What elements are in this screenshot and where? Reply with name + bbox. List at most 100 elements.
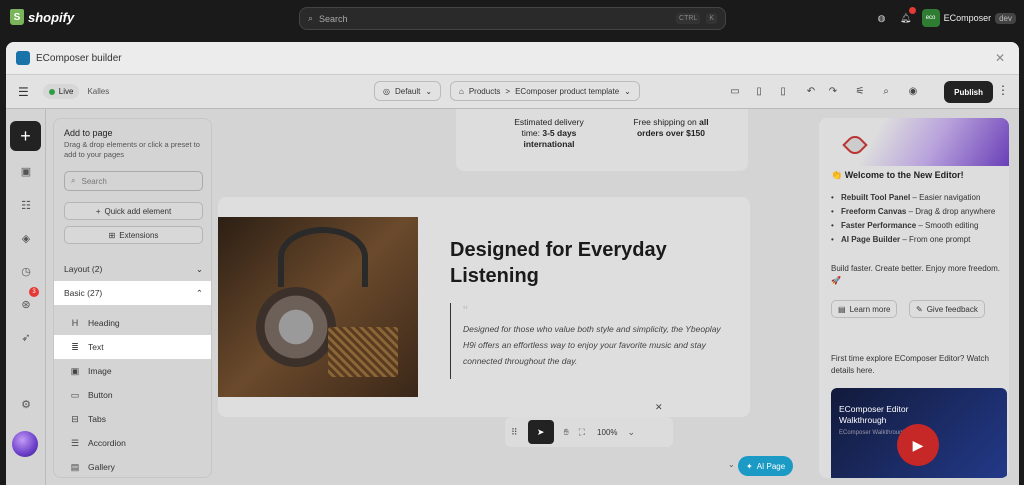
element-heading[interactable]: H Heading bbox=[54, 311, 211, 335]
feature-desc: – Smooth editing bbox=[916, 221, 979, 230]
shopify-logo[interactable]: S shopify bbox=[10, 9, 74, 25]
section-label: Basic (27) bbox=[64, 288, 103, 298]
global-search-input[interactable]: ⌕ Search CTRL K bbox=[299, 7, 726, 30]
preview-eye-icon[interactable]: ◉ bbox=[905, 83, 921, 99]
undo-icon[interactable]: ↶ bbox=[803, 83, 819, 99]
account-menu[interactable]: eco EComposer dev bbox=[921, 9, 1016, 27]
builder-toolbar: ☰ Live Kalles ◎ Default ⌄ ⌂ Products > E… bbox=[6, 75, 1019, 109]
gallery-icon: ▤ bbox=[70, 461, 80, 472]
template-select[interactable]: ⌂ Products > EComposer product template … bbox=[450, 81, 640, 101]
chevron-down-icon[interactable]: ⌄ bbox=[628, 427, 636, 438]
ai-page-button[interactable]: ✦ AI Page bbox=[738, 456, 794, 476]
mobile-view-icon[interactable]: ▯ bbox=[775, 83, 791, 99]
element-label: Gallery bbox=[88, 462, 115, 472]
chevron-down-icon: ⌄ bbox=[425, 86, 433, 96]
section-heading[interactable]: Designed for Everyday Listening bbox=[450, 237, 730, 289]
tablet-view-icon[interactable]: ▯ bbox=[751, 83, 767, 99]
chevron-down-icon[interactable]: ⌄ bbox=[728, 460, 735, 469]
quick-add-label: Quick add element bbox=[104, 206, 172, 216]
select-tool-icon[interactable]: ➤ bbox=[527, 420, 554, 444]
sidekick-icon[interactable]: ◍ bbox=[874, 10, 890, 26]
element-label: Button bbox=[88, 390, 113, 400]
rocket-icon[interactable]: ➶ bbox=[18, 329, 34, 345]
product-section[interactable]: Designed for Everyday Listening “ Design… bbox=[218, 197, 750, 417]
feature-name: Faster Performance bbox=[841, 221, 917, 230]
redo-icon[interactable]: ↷ bbox=[825, 83, 841, 99]
play-icon[interactable]: ▶ bbox=[897, 424, 939, 466]
settings-sliders-icon[interactable]: ⚟ bbox=[852, 83, 868, 99]
element-accordion[interactable]: ☰ Accordion bbox=[54, 431, 211, 455]
shipping-info-card[interactable]: Estimated delivery time: 3-5 days intern… bbox=[456, 109, 748, 171]
store-name: Kalles bbox=[87, 87, 110, 96]
tagline: Build faster. Create better. Enjoy more … bbox=[831, 264, 1000, 285]
close-toolbar-icon[interactable]: ✕ bbox=[655, 402, 663, 413]
ecomposer-logo-icon bbox=[16, 51, 30, 65]
add-element-button[interactable]: + bbox=[10, 121, 41, 151]
zoom-level[interactable]: 100% bbox=[597, 428, 617, 437]
sections-icon[interactable]: ▣ bbox=[18, 163, 34, 179]
quote-block[interactable]: “ Designed for those who value both styl… bbox=[450, 303, 730, 379]
section-layout[interactable]: Layout (2) ⌄ bbox=[54, 257, 211, 281]
headband-shape bbox=[278, 227, 368, 287]
search-icon: ⌕ bbox=[71, 176, 76, 185]
give-feedback-button[interactable]: ✎ Give feedback bbox=[909, 300, 985, 318]
learn-more-button[interactable]: ▤ Learn more bbox=[831, 300, 898, 318]
element-image[interactable]: ▣ Image bbox=[54, 359, 211, 383]
delivery-line1: Estimated delivery bbox=[514, 117, 584, 127]
give-feedback-label: Give feedback bbox=[926, 304, 978, 314]
review-icon[interactable]: ⊛ bbox=[18, 296, 34, 312]
search-placeholder: Search bbox=[319, 13, 348, 24]
video-title: EComposer Editor Walkthrough bbox=[839, 404, 909, 425]
layers-icon[interactable]: ☷ bbox=[18, 197, 34, 213]
stack-icon[interactable]: ◈ bbox=[18, 230, 34, 246]
more-options-icon[interactable]: ⋮ bbox=[997, 83, 1009, 97]
gear-icon[interactable]: ⚙ bbox=[18, 396, 34, 412]
list-item: Faster Performance – Smooth editing bbox=[831, 220, 1003, 232]
list-item: AI Page Builder – From one prompt bbox=[831, 234, 1003, 246]
chevron-up-icon: ⌃ bbox=[195, 287, 203, 298]
panel-title: Add to page bbox=[64, 128, 113, 138]
element-button[interactable]: ▭ Button bbox=[54, 383, 211, 407]
extensions-button[interactable]: ⊞ Extensions bbox=[64, 226, 203, 244]
history-icon[interactable]: ◷ bbox=[18, 263, 34, 279]
close-icon[interactable]: ✕ bbox=[995, 51, 1005, 65]
chevron-down-icon: ⌄ bbox=[195, 263, 203, 274]
accordion-icon: ☰ bbox=[70, 437, 80, 448]
element-gallery[interactable]: ▤ Gallery bbox=[54, 455, 211, 477]
drag-handle-icon[interactable]: ⠿ bbox=[511, 427, 518, 438]
hand-tool-icon[interactable]: ✋︎ bbox=[564, 427, 569, 438]
shortcut-ctrl: CTRL bbox=[676, 13, 701, 24]
device-preset-select[interactable]: ◎ Default ⌄ bbox=[374, 81, 442, 101]
heading-icon: H bbox=[71, 318, 79, 328]
image-icon: ▣ bbox=[70, 365, 80, 376]
element-tabs[interactable]: ⊟ Tabs bbox=[54, 407, 211, 431]
fit-screen-icon[interactable]: ⛶ bbox=[579, 427, 585, 438]
globe-icon: ◎ bbox=[383, 86, 390, 96]
delivery-info: Estimated delivery time: 3-5 days intern… bbox=[494, 117, 604, 150]
learn-more-label: Learn more bbox=[849, 304, 891, 314]
feature-desc: – Easier navigation bbox=[910, 193, 981, 202]
publish-button[interactable]: Publish bbox=[944, 81, 993, 103]
quick-add-button[interactable]: + Quick add element bbox=[64, 202, 203, 220]
welcome-panel: 👏 Welcome to the New Editor! Rebuilt Too… bbox=[819, 118, 1009, 478]
menu-icon[interactable]: ☰ bbox=[18, 85, 29, 99]
walkthrough-video[interactable]: EComposer Editor Walkthrough EComposer W… bbox=[831, 388, 1007, 478]
editor-canvas[interactable]: Estimated delivery time: 3-5 days intern… bbox=[218, 109, 810, 485]
element-text[interactable]: ≣ Text bbox=[54, 335, 211, 359]
notification-badge: 3 bbox=[29, 287, 39, 297]
feature-list: Rebuilt Tool Panel – Easier navigation F… bbox=[831, 192, 1003, 248]
bell-icon[interactable]: 🔔︎ bbox=[898, 7, 916, 26]
section-basic[interactable]: Basic (27) ⌃ bbox=[54, 281, 211, 305]
list-item: Freeform Canvas – Drag & drop anywhere bbox=[831, 206, 1003, 218]
desktop-view-icon[interactable]: ▭ bbox=[727, 83, 743, 99]
quote-text: Designed for those who value both style … bbox=[463, 324, 721, 366]
inspect-icon[interactable]: ⌕ bbox=[878, 83, 894, 99]
rocket-icon bbox=[842, 132, 868, 158]
device-preset-value: Default bbox=[394, 86, 421, 96]
headphones-image[interactable] bbox=[218, 217, 418, 397]
element-label: Heading bbox=[88, 318, 120, 328]
ai-assistant-orb-icon[interactable] bbox=[12, 431, 38, 457]
element-search-input[interactable]: ⌕ Search bbox=[64, 171, 203, 191]
live-status-badge: Live bbox=[42, 84, 80, 99]
button-icon: ▭ bbox=[70, 389, 80, 400]
